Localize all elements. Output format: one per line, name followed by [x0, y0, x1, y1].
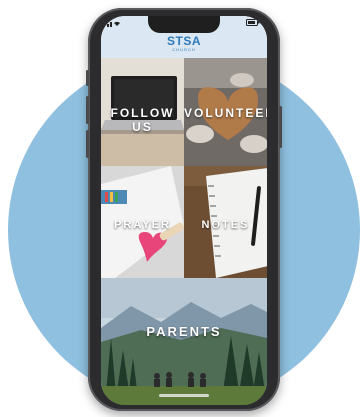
battery-icon — [246, 19, 260, 26]
app-logo-subtitle: CHURCH — [172, 47, 196, 52]
status-right — [246, 19, 262, 29]
mountain-landscape-image — [101, 278, 267, 405]
status-left — [107, 19, 127, 29]
signal-wifi-icon — [107, 21, 120, 27]
phone-power-button — [279, 106, 282, 148]
phone-notch — [148, 16, 220, 33]
tile-parents-label: PARENTS — [146, 324, 222, 339]
tile-notes[interactable]: NOTES — [184, 166, 267, 278]
tile-prayer-label: PRAYER — [114, 219, 171, 231]
tile-parents[interactable]: PARENTS — [101, 278, 267, 405]
phone-volume-down — [86, 130, 89, 158]
app-logo[interactable]: STSA — [101, 34, 267, 48]
tile-volunteer-label: VOLUNTEER — [184, 106, 267, 120]
tile-volunteer[interactable]: VOLUNTEER — [184, 58, 267, 166]
home-indicator[interactable] — [159, 394, 209, 397]
phone-mute-switch — [86, 70, 89, 86]
tile-follow-us-label: FOLLOW US — [110, 106, 175, 134]
tile-follow-us[interactable]: FOLLOW US — [101, 58, 184, 166]
phone-screen: STSA CHURCH FOLLOW US VOLUNTEER PRAYER N… — [101, 16, 267, 405]
tile-notes-label: NOTES — [201, 219, 250, 231]
phone-volume-up — [86, 96, 89, 124]
tile-prayer[interactable]: PRAYER — [101, 166, 184, 278]
